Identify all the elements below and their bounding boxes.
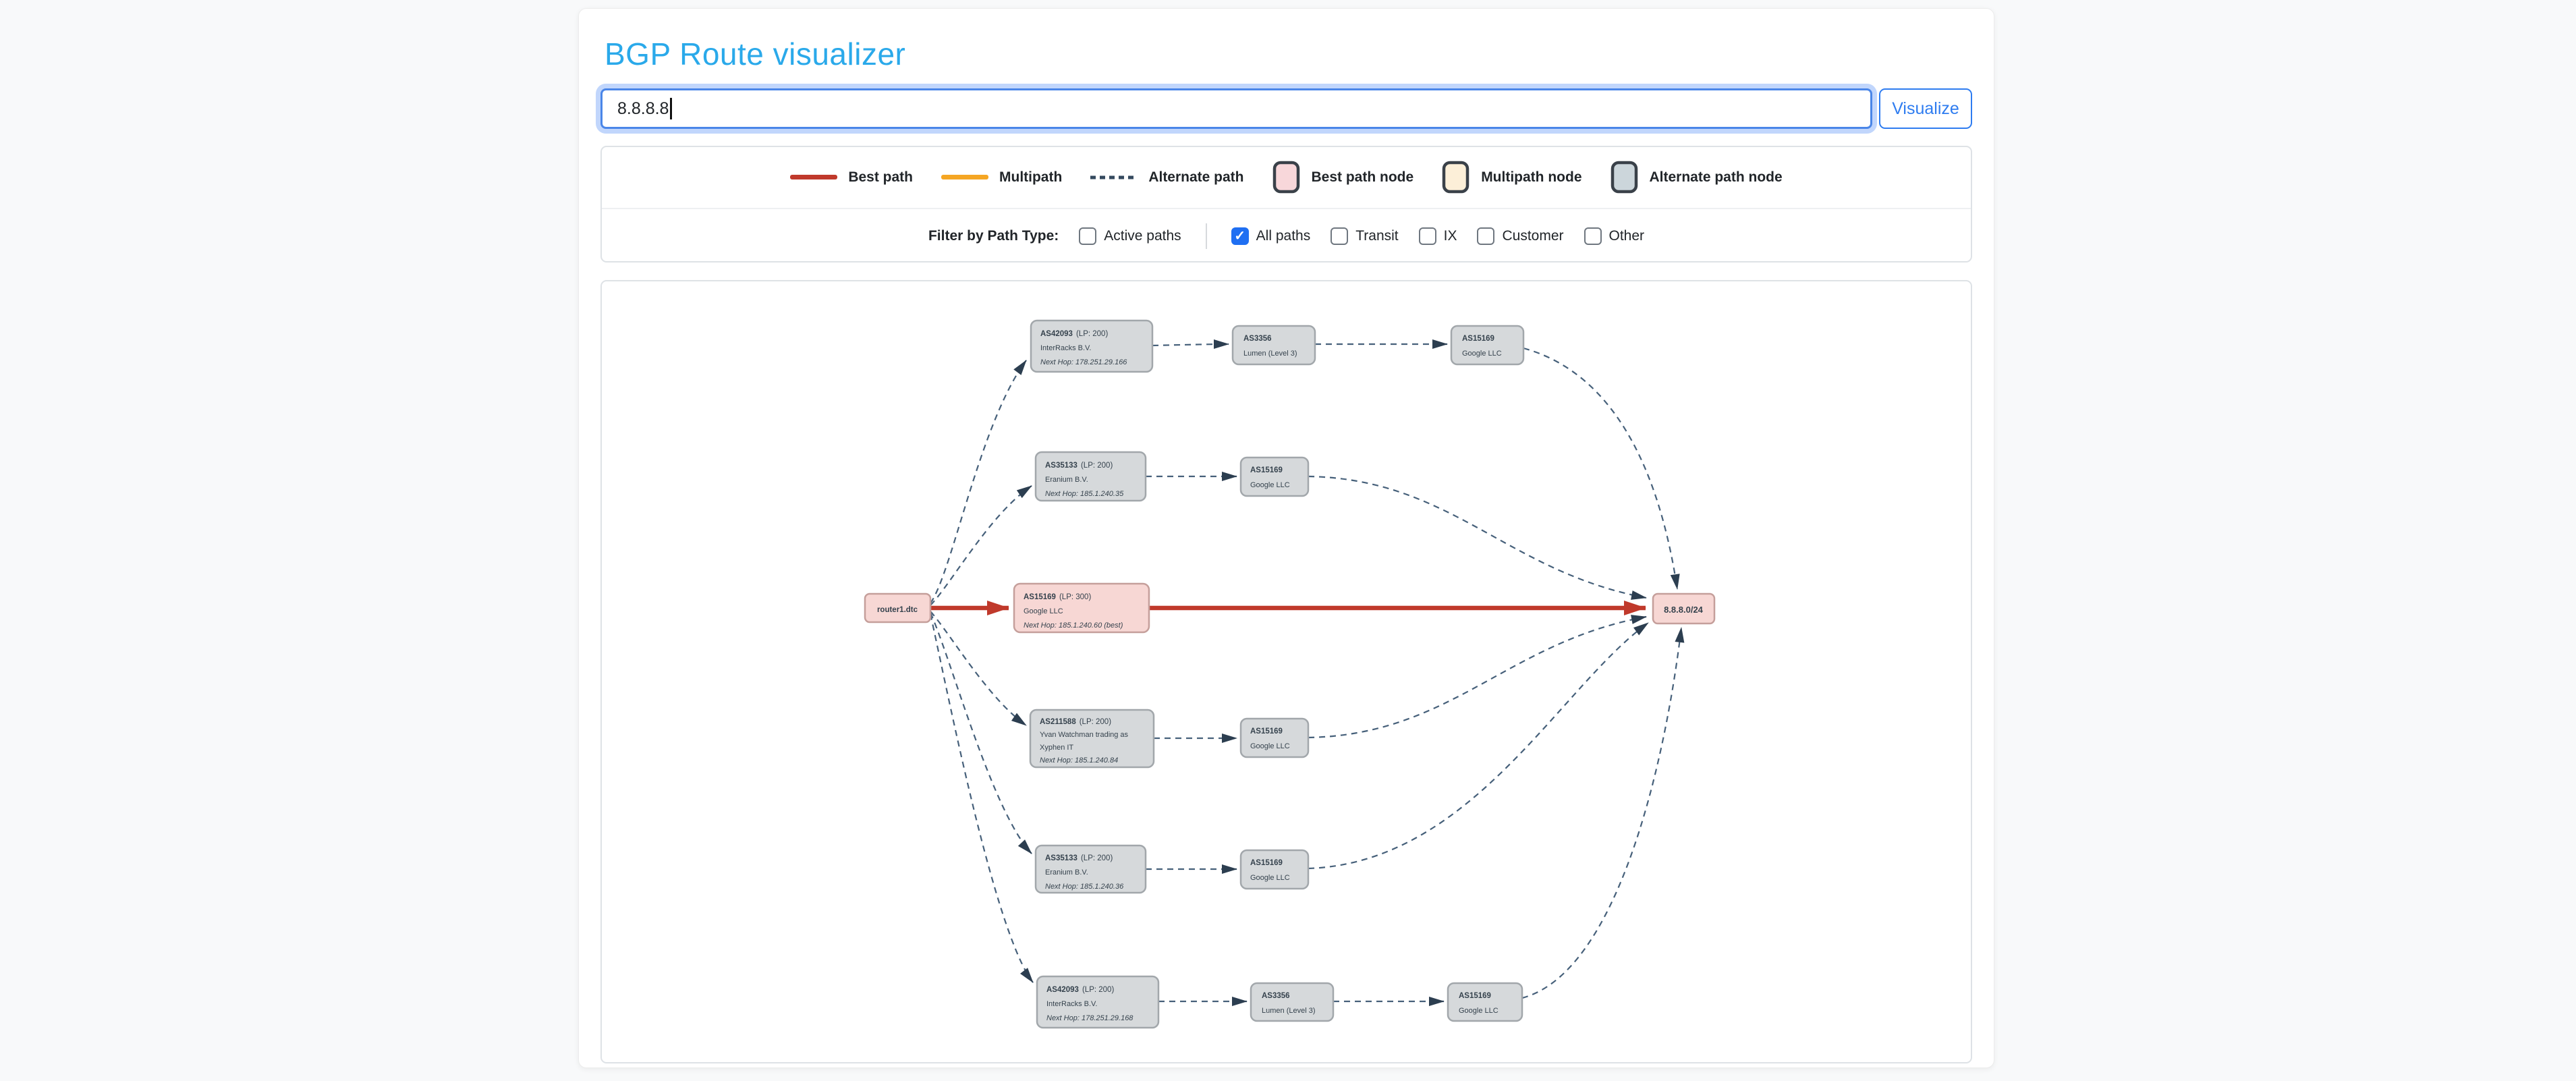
legend-row: Best path Multipath Alternate path Best … xyxy=(602,147,1971,208)
svg-text:Google LLC: Google LLC xyxy=(1250,742,1290,750)
legend-item-multipath: Multipath xyxy=(941,169,1062,186)
svg-text:AS15169: AS15169 xyxy=(1459,992,1491,1000)
legend-item-best-path: Best path xyxy=(790,169,913,186)
edge-as42093-as3356-path1 xyxy=(1152,344,1229,345)
graph-node-as42093-path6[interactable]: AS42093(LP: 200) InterRacks B.V. Next Ho… xyxy=(1037,976,1158,1028)
svg-text:InterRacks B.V.: InterRacks B.V. xyxy=(1046,1000,1097,1008)
svg-text:Next Hop: 185.1.240.35: Next Hop: 185.1.240.35 xyxy=(1045,490,1124,498)
filter-separator xyxy=(1206,223,1207,249)
svg-text:Google LLC: Google LLC xyxy=(1250,874,1290,882)
svg-text:AS211588(LP: 200): AS211588(LP: 200) xyxy=(1040,718,1111,726)
edge-as15169-destination-path6 xyxy=(1522,628,1681,998)
graph-node-as35133-path2[interactable]: AS35133(LP: 200) Eranium B.V. Next Hop: … xyxy=(1036,452,1146,501)
svg-text:AS15169: AS15169 xyxy=(1250,859,1283,867)
bgp-graph: router1.dtc AS42093(LP: 200) InterRacks … xyxy=(602,281,1972,1062)
svg-text:InterRacks B.V.: InterRacks B.V. xyxy=(1040,344,1091,352)
svg-text:Google LLC: Google LLC xyxy=(1459,1007,1499,1015)
svg-text:Lumen (Level 3): Lumen (Level 3) xyxy=(1262,1007,1316,1015)
svg-text:Next Hop: 178.251.29.168: Next Hop: 178.251.29.168 xyxy=(1046,1014,1133,1022)
graph-node-as15169-best[interactable]: AS15169(LP: 300) Google LLC Next Hop: 18… xyxy=(1014,584,1149,632)
customer-checkbox[interactable] xyxy=(1477,227,1494,245)
edge-router-as211588-path4 xyxy=(930,611,1026,725)
svg-text:Google LLC: Google LLC xyxy=(1024,607,1063,615)
edge-as15169-destination-path5 xyxy=(1308,623,1648,868)
svg-text:AS15169: AS15169 xyxy=(1250,466,1283,474)
svg-text:8.8.8.0/24: 8.8.8.0/24 xyxy=(1664,605,1704,615)
svg-text:Google LLC: Google LLC xyxy=(1462,350,1502,358)
svg-text:Google LLC: Google LLC xyxy=(1250,481,1290,489)
legend-item-alternate-path: Alternate path xyxy=(1090,169,1243,186)
filter-option-customer[interactable]: Customer xyxy=(1477,227,1563,245)
visualize-button[interactable]: Visualize xyxy=(1879,88,1972,129)
filter-option-transit[interactable]: Transit xyxy=(1331,227,1398,245)
filter-label: Filter by Path Type: xyxy=(928,228,1059,244)
graph-node-as15169-path1[interactable]: AS15169 Google LLC xyxy=(1451,326,1523,364)
prefix-input[interactable] xyxy=(600,88,1872,129)
svg-text:Lumen (Level 3): Lumen (Level 3) xyxy=(1243,350,1297,358)
graph-node-as42093-path1[interactable]: AS42093(LP: 200) InterRacks B.V. Next Ho… xyxy=(1031,321,1152,372)
ix-checkbox[interactable] xyxy=(1419,227,1436,245)
multipath-node-swatch xyxy=(1442,161,1470,194)
other-checkbox[interactable] xyxy=(1584,227,1602,245)
page-title: BGP Route visualizer xyxy=(605,36,1972,72)
svg-text:router1.dtc: router1.dtc xyxy=(877,606,918,614)
svg-text:Next Hop: 185.1.240.84: Next Hop: 185.1.240.84 xyxy=(1040,756,1118,765)
legend-panel: Best path Multipath Alternate path Best … xyxy=(600,146,1972,262)
svg-text:Eranium B.V.: Eranium B.V. xyxy=(1045,868,1088,877)
graph-node-destination[interactable]: 8.8.8.0/24 xyxy=(1653,594,1714,623)
svg-text:Xyphen IT: Xyphen IT xyxy=(1040,744,1073,752)
graph-node-router[interactable]: router1.dtc xyxy=(865,594,930,622)
filter-option-all-paths[interactable]: All paths xyxy=(1231,227,1311,245)
filter-option-active-paths[interactable]: Active paths xyxy=(1079,227,1181,245)
edge-router-as42093-path6 xyxy=(930,614,1033,982)
graph-node-as15169-path6[interactable]: AS15169 Google LLC xyxy=(1448,983,1522,1021)
prefix-input-wrap xyxy=(600,88,1872,129)
alternate-path-node-swatch xyxy=(1611,161,1639,194)
svg-text:AS3356: AS3356 xyxy=(1243,335,1272,343)
multipath-line-swatch xyxy=(941,174,988,181)
graph-canvas[interactable]: router1.dtc AS42093(LP: 200) InterRacks … xyxy=(600,280,1972,1063)
filter-option-ix[interactable]: IX xyxy=(1419,227,1457,245)
graph-node-as3356-path1[interactable]: AS3356 Lumen (Level 3) xyxy=(1233,326,1315,364)
graph-node-as3356-path6[interactable]: AS3356 Lumen (Level 3) xyxy=(1251,983,1333,1021)
filter-option-other[interactable]: Other xyxy=(1584,227,1645,245)
svg-text:AS15169: AS15169 xyxy=(1462,335,1494,343)
all-paths-checkbox[interactable] xyxy=(1231,227,1249,245)
edge-as15169-destination-path4 xyxy=(1308,617,1646,738)
svg-text:AS15169: AS15169 xyxy=(1250,727,1283,736)
edge-router-as35133-path5 xyxy=(930,613,1032,854)
svg-text:Next Hop: 185.1.240.60 (best): Next Hop: 185.1.240.60 (best) xyxy=(1024,621,1123,630)
app-card: BGP Route visualizer Visualize Best path… xyxy=(578,8,1994,1068)
svg-text:Next Hop: 185.1.240.36: Next Hop: 185.1.240.36 xyxy=(1045,883,1124,891)
best-path-line-swatch xyxy=(790,174,837,181)
edge-as15169-destination-path2 xyxy=(1308,476,1646,598)
graph-node-as211588-path4[interactable]: AS211588(LP: 200) Yvan Watchman trading … xyxy=(1030,710,1154,767)
legend-item-best-path-node: Best path node xyxy=(1272,161,1414,194)
edge-router-as42093-path1 xyxy=(930,360,1026,603)
graph-node-as35133-path5[interactable]: AS35133(LP: 200) Eranium B.V. Next Hop: … xyxy=(1036,846,1146,893)
transit-checkbox[interactable] xyxy=(1331,227,1348,245)
search-row: Visualize xyxy=(600,88,1972,129)
graph-node-as15169-path2[interactable]: AS15169 Google LLC xyxy=(1241,458,1308,496)
legend-item-alternate-path-node: Alternate path node xyxy=(1611,161,1783,194)
legend-item-multipath-node: Multipath node xyxy=(1442,161,1581,194)
best-path-node-swatch xyxy=(1272,161,1301,194)
svg-text:Yvan Watchman trading as: Yvan Watchman trading as xyxy=(1040,731,1129,739)
svg-text:AS3356: AS3356 xyxy=(1262,992,1290,1000)
alternate-path-line-swatch xyxy=(1090,174,1138,181)
text-caret xyxy=(670,98,672,119)
graph-node-as15169-path4[interactable]: AS15169 Google LLC xyxy=(1241,719,1308,757)
svg-text:Eranium B.V.: Eranium B.V. xyxy=(1045,476,1088,484)
edge-as15169-destination-path1 xyxy=(1523,348,1677,589)
filter-row: Filter by Path Type: Active paths All pa… xyxy=(602,209,1971,262)
active-paths-checkbox[interactable] xyxy=(1079,227,1096,245)
graph-node-as15169-path5[interactable]: AS15169 Google LLC xyxy=(1241,850,1308,889)
svg-text:Next Hop: 178.251.29.166: Next Hop: 178.251.29.166 xyxy=(1040,358,1127,366)
